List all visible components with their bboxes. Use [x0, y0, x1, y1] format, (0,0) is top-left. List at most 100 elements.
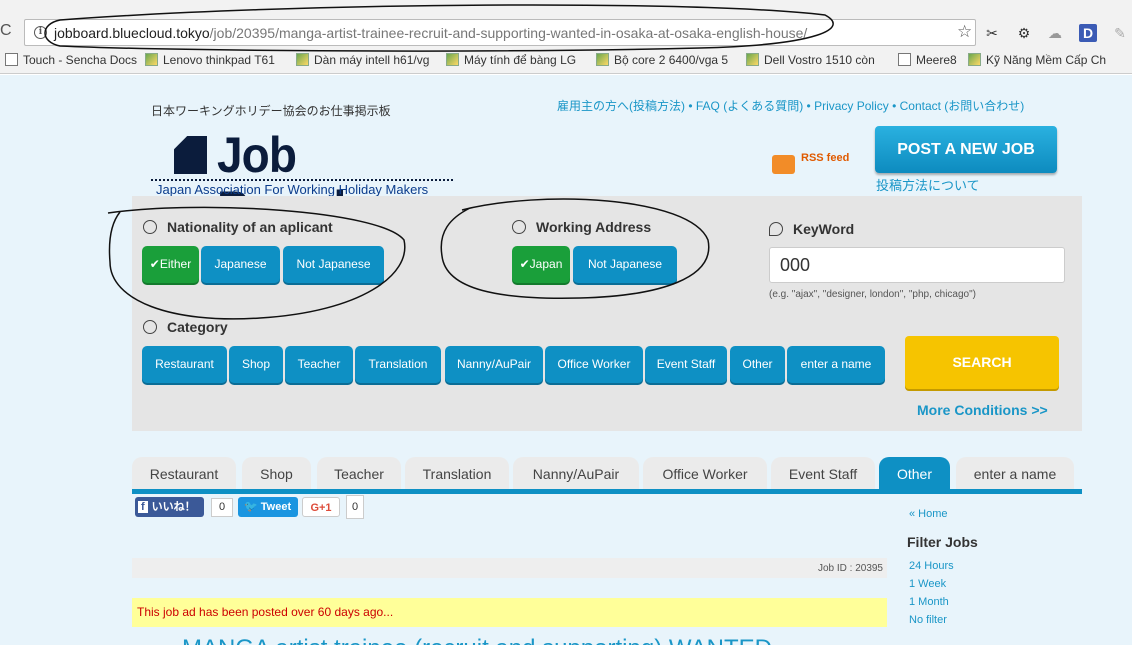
post-help-link[interactable]: 投稿方法について: [876, 175, 980, 194]
tab-office-worker[interactable]: Office Worker: [643, 457, 767, 491]
person-icon: [143, 220, 157, 234]
list-icon: [143, 320, 157, 334]
filter-option-event-staff[interactable]: Event Staff: [645, 346, 727, 383]
bookmark-label: Meere8: [916, 53, 957, 67]
filter-link-1-month[interactable]: 1 Month: [909, 596, 949, 608]
page: 日本ワーキングホリデー協会のお仕事掲示板 雇用主の方へ(投稿方法) • FAQ …: [0, 75, 1132, 645]
filter-option-restaurant[interactable]: Restaurant: [142, 346, 227, 383]
bookmark-label: Máy tính để bàng LG: [464, 53, 577, 67]
facebook-like-count: 0: [211, 498, 233, 517]
bookmark-item[interactable]: Lenovo thinkpad T61: [145, 53, 275, 67]
category-label: Category: [143, 319, 228, 335]
keyword-label: KeyWord: [769, 221, 854, 237]
filter-option-nanny-aupair[interactable]: Nanny/AuPair: [445, 346, 543, 383]
url-path: /job/20395/manga-artist-trainee-recruit-…: [209, 25, 808, 41]
bookmarks-bar: Touch - Sencha Docs Lenovo thinkpad T61 Dà…: [0, 51, 1132, 71]
bookmark-item[interactable]: Touch - Sencha Docs: [5, 53, 137, 67]
filter-option-japan[interactable]: Japan: [512, 246, 570, 283]
old-job-notice: This job ad has been posted over 60 days…: [132, 598, 887, 627]
tweet-button[interactable]: 🐦 Tweet: [238, 497, 298, 517]
tab-other[interactable]: Other: [879, 457, 950, 491]
d-extension-icon[interactable]: D: [1079, 24, 1097, 42]
tab-shop[interactable]: Shop: [242, 457, 311, 491]
keyword-hint: (e.g. "ajax", "designer, london", "php, …: [769, 289, 976, 300]
logo-divider: [151, 179, 453, 181]
filter-option-other[interactable]: Other: [730, 346, 785, 383]
reload-icon[interactable]: C: [0, 22, 12, 40]
rss-icon[interactable]: [772, 155, 795, 174]
filter-panel: Nationality of an aplicant EitherJapanes…: [132, 196, 1082, 431]
job-title: MANGA artist trainee (recruit and suppor…: [182, 635, 887, 645]
bookmark-label: Dàn máy intell h61/vg: [314, 53, 430, 67]
bookmark-item[interactable]: Kỹ Năng Mềm Cấp Ch: [968, 53, 1106, 67]
filter-link-24-hours[interactable]: 24 Hours: [909, 560, 954, 572]
logo-subtitle: Japan Association For Working Holiday Ma…: [156, 182, 429, 197]
bookmark-label: Bộ core 2 6400/vga 5: [614, 53, 729, 67]
image-icon: [968, 53, 981, 66]
category-label-text: Category: [167, 319, 228, 335]
search-icon: [769, 222, 783, 236]
filter-option-japanese[interactable]: Japanese: [201, 246, 280, 283]
image-icon: [145, 53, 158, 66]
address-bar[interactable]: i jobboard.bluecloud.tokyo/job/20395/man…: [24, 19, 976, 46]
twitter-icon: 🐦: [244, 501, 258, 513]
page-icon: [898, 53, 911, 66]
cloud-icon[interactable]: ☁: [1046, 24, 1064, 42]
address-label-text: Working Address: [536, 219, 652, 235]
nationality-label: Nationality of an aplicant: [143, 219, 333, 235]
filter-option-translation[interactable]: Translation: [355, 346, 441, 383]
tab-enter-a-name[interactable]: enter a name: [956, 457, 1074, 491]
bookmark-item[interactable]: Dell Vostro 1510 còn: [746, 53, 875, 67]
url-host: jobboard.bluecloud.tokyo: [54, 25, 210, 41]
info-icon[interactable]: i: [34, 26, 47, 39]
more-conditions-link[interactable]: More Conditions >>: [917, 402, 1048, 418]
gear-icon[interactable]: ⚙: [1015, 24, 1033, 42]
tab-event-staff[interactable]: Event Staff: [771, 457, 875, 491]
filter-option-shop[interactable]: Shop: [229, 346, 283, 383]
logo[interactable]: Job Board Japan Association For Working …: [151, 128, 453, 236]
logo-mark-icon: [174, 136, 207, 174]
tab-underline: [132, 489, 1082, 494]
keyword-input[interactable]: 000: [769, 247, 1065, 283]
filter-link-1-week[interactable]: 1 Week: [909, 578, 946, 590]
filter-option-enter-a-name[interactable]: enter a name: [787, 346, 885, 383]
star-icon[interactable]: ☆: [957, 22, 972, 42]
bookmark-item[interactable]: Bộ core 2 6400/vga 5: [596, 53, 728, 67]
tab-restaurant[interactable]: Restaurant: [132, 457, 236, 491]
filter-option-not-japanese[interactable]: Not Japanese: [283, 246, 384, 283]
filter-option-teacher[interactable]: Teacher: [285, 346, 353, 383]
edit-icon[interactable]: ✎: [1111, 24, 1129, 42]
rss-link[interactable]: RSS feed: [801, 152, 849, 164]
association-label: 日本ワーキングホリデー協会のお仕事掲示板: [151, 104, 391, 118]
filter-link-no-filter[interactable]: No filter: [909, 614, 947, 626]
address-label: Working Address: [512, 219, 651, 235]
home-link[interactable]: « Home: [909, 508, 948, 520]
google-plus-button[interactable]: G+1: [302, 497, 340, 517]
bookmark-item[interactable]: Máy tính để bàng LG: [446, 53, 576, 67]
filter-option-not-japanese[interactable]: Not Japanese: [573, 246, 677, 283]
search-button[interactable]: SEARCH: [905, 336, 1059, 389]
bookmark-label: Lenovo thinkpad T61: [163, 53, 275, 67]
image-icon: [296, 53, 309, 66]
job-id: Job ID : 20395: [132, 558, 887, 578]
bookmark-label: Touch - Sencha Docs: [23, 53, 138, 67]
keyword-label-text: KeyWord: [793, 221, 855, 237]
image-icon: [746, 53, 759, 66]
image-icon: [596, 53, 609, 66]
post-job-button[interactable]: POST A NEW JOB: [875, 126, 1057, 173]
bookmark-item[interactable]: Meere8: [898, 53, 957, 67]
filter-option-either[interactable]: Either: [142, 246, 199, 283]
page-icon: [5, 53, 18, 66]
bookmark-label: Dell Vostro 1510 còn: [764, 53, 875, 67]
tab-teacher[interactable]: Teacher: [317, 457, 401, 491]
filter-jobs-title: Filter Jobs: [907, 534, 978, 550]
facebook-like-button[interactable]: f いいね！: [135, 497, 204, 517]
tab-translation[interactable]: Translation: [405, 457, 509, 491]
tab-nanny-aupair[interactable]: Nanny/AuPair: [513, 457, 639, 491]
tweet-label: Tweet: [260, 501, 292, 513]
image-icon: [446, 53, 459, 66]
top-links[interactable]: 雇用主の方へ(投稿方法) • FAQ (よくある質問) • Privacy Po…: [557, 97, 1024, 114]
extension-icon[interactable]: ✂: [983, 24, 1001, 42]
filter-option-office-worker[interactable]: Office Worker: [545, 346, 643, 383]
bookmark-item[interactable]: Dàn máy intell h61/vg: [296, 53, 429, 67]
